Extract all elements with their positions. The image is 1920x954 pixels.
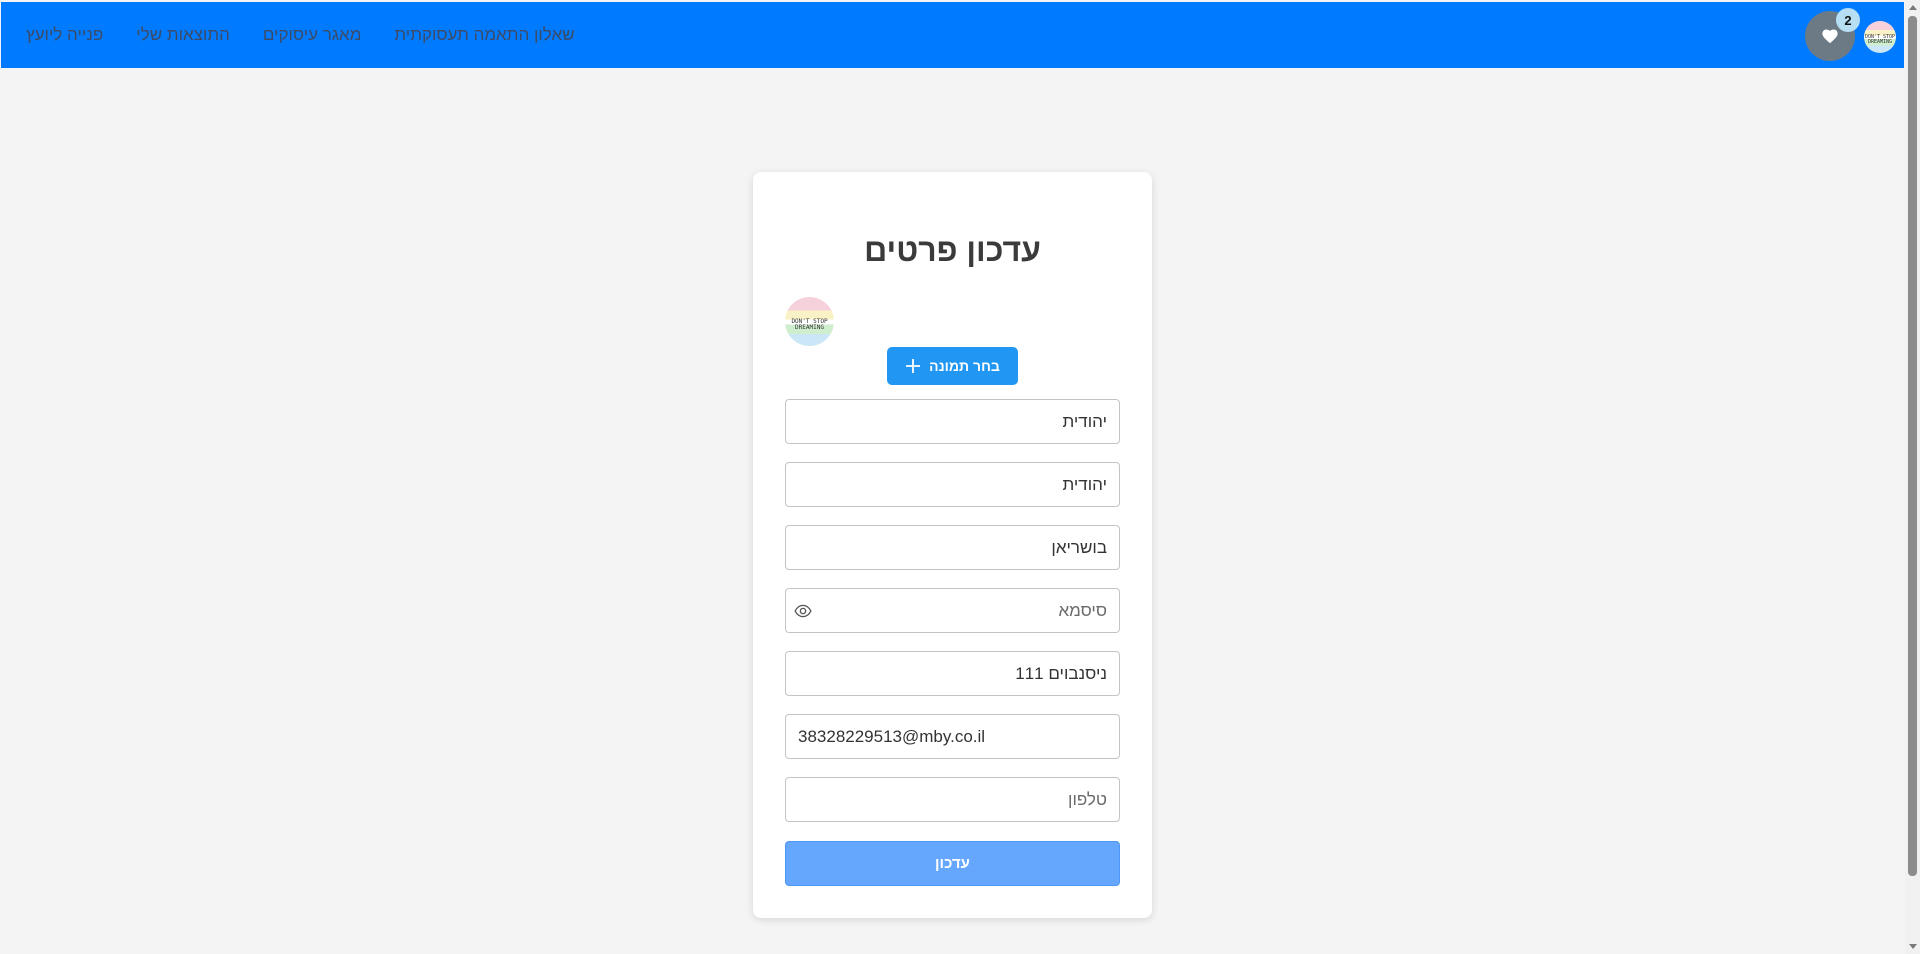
nav-link-my-results[interactable]: התוצאות שלי: [136, 25, 230, 45]
nav-link-contact-advisor[interactable]: פנייה ליועץ: [26, 25, 103, 45]
update-submit-button[interactable]: עדכון: [785, 841, 1120, 886]
nav-link-occupations-db[interactable]: מאגר עיסוקים: [263, 25, 362, 45]
vertical-scrollbar[interactable]: [1905, 0, 1920, 954]
avatar-logo-text: DON'T STOP DREAMING: [1864, 34, 1896, 46]
last-name-field[interactable]: יהודית: [785, 462, 1120, 507]
choose-image-label: בחר תמונה: [929, 358, 1000, 374]
nav-link-career-questionnaire[interactable]: שאלון התאמה תעסוקתית: [394, 25, 574, 45]
scroll-up-arrow-icon[interactable]: [1909, 5, 1917, 10]
choose-image-button[interactable]: בחר תמונה: [887, 347, 1018, 385]
page-title: עדכון פרטים: [864, 232, 1041, 268]
scrollbar-thumb[interactable]: [1908, 16, 1917, 876]
phone-placeholder: טלפון: [1068, 789, 1107, 809]
password-placeholder: סיסמא: [1058, 600, 1107, 620]
nav-links: שאלון התאמה תעסוקתית מאגר עיסוקים התוצאו…: [26, 2, 575, 68]
phone-field[interactable]: טלפון: [785, 777, 1120, 822]
favorites-count-badge: 2: [1836, 8, 1860, 32]
surname-field[interactable]: בושריאן: [785, 525, 1120, 570]
profile-image-preview: DON'T STOP DREAMING: [785, 297, 834, 346]
avatar-logo-text: DON'T STOP DREAMING: [791, 317, 828, 331]
first-name-field[interactable]: יהודית: [785, 399, 1120, 444]
avatar-image: DON'T STOP DREAMING: [785, 297, 834, 346]
first-name-value: יהודית: [1062, 411, 1107, 431]
plus-icon: [906, 359, 921, 373]
email-value: 38328229513@mby.co.il: [798, 726, 986, 746]
last-name-value: יהודית: [1062, 474, 1107, 494]
scroll-down-arrow-icon[interactable]: [1909, 944, 1917, 949]
address-value: ניסנבוים 111: [1015, 663, 1107, 683]
top-navbar: שאלון התאמה תעסוקתית מאגר עיסוקים התוצאו…: [1, 2, 1904, 68]
email-field[interactable]: 38328229513@mby.co.il: [785, 714, 1120, 759]
address-field[interactable]: ניסנבוים 111: [785, 651, 1120, 696]
password-field[interactable]: סיסמא: [785, 588, 1120, 633]
user-avatar[interactable]: DON'T STOP DREAMING: [1864, 21, 1896, 53]
heart-icon: [1822, 29, 1838, 44]
avatar-image: DON'T STOP DREAMING: [1864, 21, 1896, 53]
eye-icon[interactable]: [794, 602, 812, 620]
update-details-card: עדכון פרטים DON'T STOP DREAMING בחר תמונ…: [753, 172, 1152, 918]
surname-value: בושריאן: [1051, 537, 1107, 557]
